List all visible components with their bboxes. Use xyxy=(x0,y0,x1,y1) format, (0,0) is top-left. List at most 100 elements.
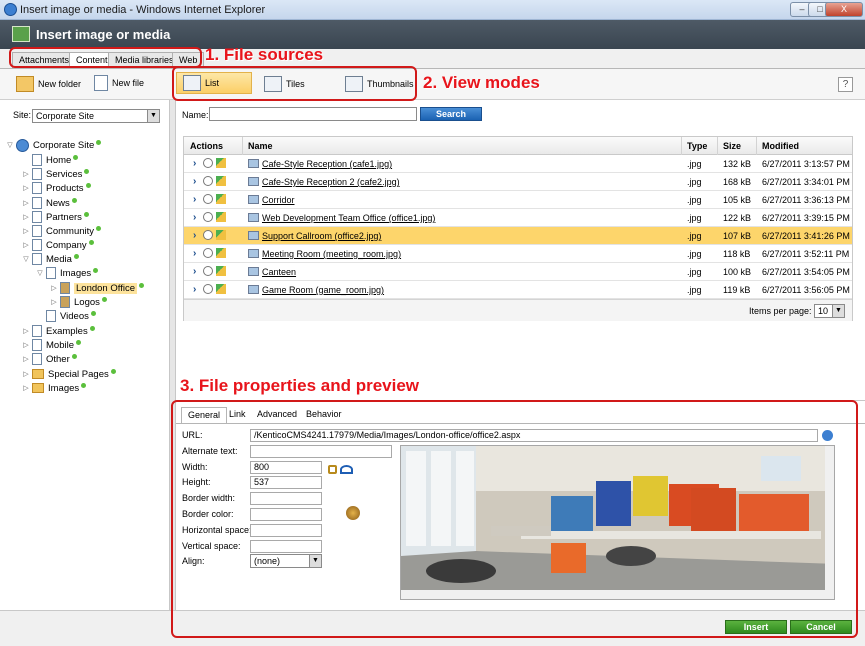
preview-icon[interactable] xyxy=(203,248,213,258)
preview-icon[interactable] xyxy=(203,266,213,276)
page-icon xyxy=(46,310,56,322)
file-type: .jpg xyxy=(687,159,702,169)
preview-icon[interactable] xyxy=(203,194,213,204)
row-actions: › xyxy=(193,284,226,295)
file-name[interactable]: Cafe-Style Reception 2 (cafe2.jpg) xyxy=(262,177,400,187)
table-row[interactable]: › Canteen .jpg 100 kB 6/27/2011 3:54:05 PM xyxy=(184,263,852,281)
file-name[interactable]: Corridor xyxy=(262,195,295,205)
search-button[interactable]: Search xyxy=(420,107,482,121)
select-arrow-icon[interactable]: › xyxy=(193,176,200,187)
file-name[interactable]: Game Room (game_room.jpg) xyxy=(262,285,384,295)
tree-item-home[interactable]: Home xyxy=(22,153,79,167)
select-arrow-icon[interactable]: › xyxy=(193,248,200,259)
preview-icon[interactable] xyxy=(203,230,213,240)
annotation-box-sources xyxy=(9,47,202,68)
file-type: .jpg xyxy=(687,249,702,259)
preview-icon[interactable] xyxy=(203,176,213,186)
file-size: 168 kB xyxy=(723,177,752,187)
select-arrow-icon[interactable]: › xyxy=(193,230,200,241)
file-size: 118 kB xyxy=(723,249,751,259)
edit-icon[interactable] xyxy=(216,212,226,222)
table-row[interactable]: › Web Development Team Office (office1.jp… xyxy=(184,209,852,227)
new-folder-label: New folder xyxy=(38,79,82,89)
name-search-input[interactable] xyxy=(209,107,417,121)
table-row[interactable]: › Corridor .jpg 105 kB 6/27/2011 3:36:13 PM xyxy=(184,191,852,209)
select-arrow-icon[interactable]: › xyxy=(193,266,200,277)
edit-icon[interactable] xyxy=(216,230,226,240)
preview-icon[interactable] xyxy=(203,158,213,168)
file-name[interactable]: Meeting Room (meeting_room.jpg) xyxy=(262,249,401,259)
edit-icon[interactable] xyxy=(216,194,226,204)
select-arrow-icon[interactable]: › xyxy=(193,158,200,169)
file-modified: 6/27/2011 3:13:57 PM xyxy=(762,159,850,169)
window-titlebar: Insert image or media - Windows Internet… xyxy=(0,0,865,20)
grid-pager: Items per page: 10 ▼ xyxy=(184,299,852,321)
tree-root[interactable]: ▽ Corporate Site xyxy=(6,138,102,152)
col-size[interactable]: Size xyxy=(723,141,741,151)
tree-item-community[interactable]: ▷ Community xyxy=(22,224,102,238)
row-actions: › xyxy=(193,230,226,241)
new-folder-button[interactable]: New folder xyxy=(10,73,87,95)
tree-item-special-pages[interactable]: ▷ Special Pages xyxy=(22,367,116,381)
edit-icon[interactable] xyxy=(216,158,226,168)
help-icon[interactable]: ? xyxy=(838,77,853,92)
tree-item-images[interactable]: ▽ Images xyxy=(36,266,99,280)
file-name[interactable]: Web Development Team Office (office1.jpg… xyxy=(262,213,435,223)
items-per-page-value: 10 xyxy=(818,306,829,316)
tree-item-images-root[interactable]: ▷ Images xyxy=(22,381,87,395)
table-row[interactable]: › Game Room (game_room.jpg) .jpg 119 kB 6/27… xyxy=(184,281,852,299)
file-modified: 6/27/2011 3:56:05 PM xyxy=(762,285,850,295)
col-name[interactable]: Name xyxy=(248,141,273,151)
tree-item-company[interactable]: ▷ Company xyxy=(22,238,94,252)
select-arrow-icon[interactable]: › xyxy=(193,284,200,295)
row-actions: › xyxy=(193,158,226,169)
tree-item-partners[interactable]: ▷ Partners xyxy=(22,210,89,224)
close-button[interactable]: X xyxy=(825,2,863,17)
items-per-page-select[interactable]: 10 ▼ xyxy=(814,304,845,318)
table-row[interactable]: › Cafe-Style Reception (cafe1.jpg) .jpg 132… xyxy=(184,155,852,173)
dialog-title: Insert image or media xyxy=(36,27,171,42)
tree-item-other[interactable]: ▷ Other xyxy=(22,352,77,366)
page-icon xyxy=(32,182,42,194)
tree-item-news[interactable]: ▷ News xyxy=(22,196,77,210)
tree-item-mobile[interactable]: ▷ Mobile xyxy=(22,338,81,352)
image-file-icon xyxy=(248,267,259,276)
tree-item-logos[interactable]: ▷ Logos xyxy=(50,295,107,309)
select-arrow-icon[interactable]: › xyxy=(193,212,200,223)
col-actions: Actions xyxy=(190,141,224,151)
folder-icon xyxy=(32,383,44,393)
edit-icon[interactable] xyxy=(216,266,226,276)
col-type[interactable]: Type xyxy=(687,141,707,151)
select-arrow-icon[interactable]: › xyxy=(193,194,200,205)
file-type: .jpg xyxy=(687,177,702,187)
tree-item-media[interactable]: ▽ Media xyxy=(22,252,79,266)
image-file-icon xyxy=(248,213,259,222)
edit-icon[interactable] xyxy=(216,248,226,258)
file-type: .jpg xyxy=(687,285,702,295)
preview-icon[interactable] xyxy=(203,284,213,294)
tree-item-services[interactable]: ▷ Services xyxy=(22,167,90,181)
site-select[interactable]: Corporate Site ▼ xyxy=(32,109,160,123)
file-modified: 6/27/2011 3:54:05 PM xyxy=(762,267,850,277)
preview-icon[interactable] xyxy=(203,212,213,222)
new-file-label: New file xyxy=(112,78,145,88)
new-file-button[interactable]: New file xyxy=(88,72,150,94)
tree-item-videos[interactable]: Videos xyxy=(36,309,96,323)
col-modified[interactable]: Modified xyxy=(762,141,799,151)
file-name[interactable]: Support Callroom (office2.jpg) xyxy=(262,231,381,241)
table-row[interactable]: › Meeting Room (meeting_room.jpg) .jpg 118 … xyxy=(184,245,852,263)
edit-icon[interactable] xyxy=(216,284,226,294)
file-type: .jpg xyxy=(687,195,702,205)
file-modified: 6/27/2011 3:52:11 PM xyxy=(762,249,850,259)
edit-icon[interactable] xyxy=(216,176,226,186)
tree-item-examples[interactable]: ▷ Examples xyxy=(22,324,95,338)
file-name[interactable]: Canteen xyxy=(262,267,296,277)
annotation-file-sources: 1. File sources xyxy=(205,45,324,64)
file-name[interactable]: Cafe-Style Reception (cafe1.jpg) xyxy=(262,159,392,169)
table-row[interactable]: › Cafe-Style Reception 2 (cafe2.jpg) .jpg 1… xyxy=(184,173,852,191)
tree-item-london-office[interactable]: ▷ London Office xyxy=(50,281,144,295)
file-size: 132 kB xyxy=(723,159,752,169)
table-row[interactable]: › Support Callroom (office2.jpg) .jpg 107 k… xyxy=(184,227,852,245)
file-type: .jpg xyxy=(687,267,702,277)
tree-item-products[interactable]: ▷ Products xyxy=(22,181,91,195)
